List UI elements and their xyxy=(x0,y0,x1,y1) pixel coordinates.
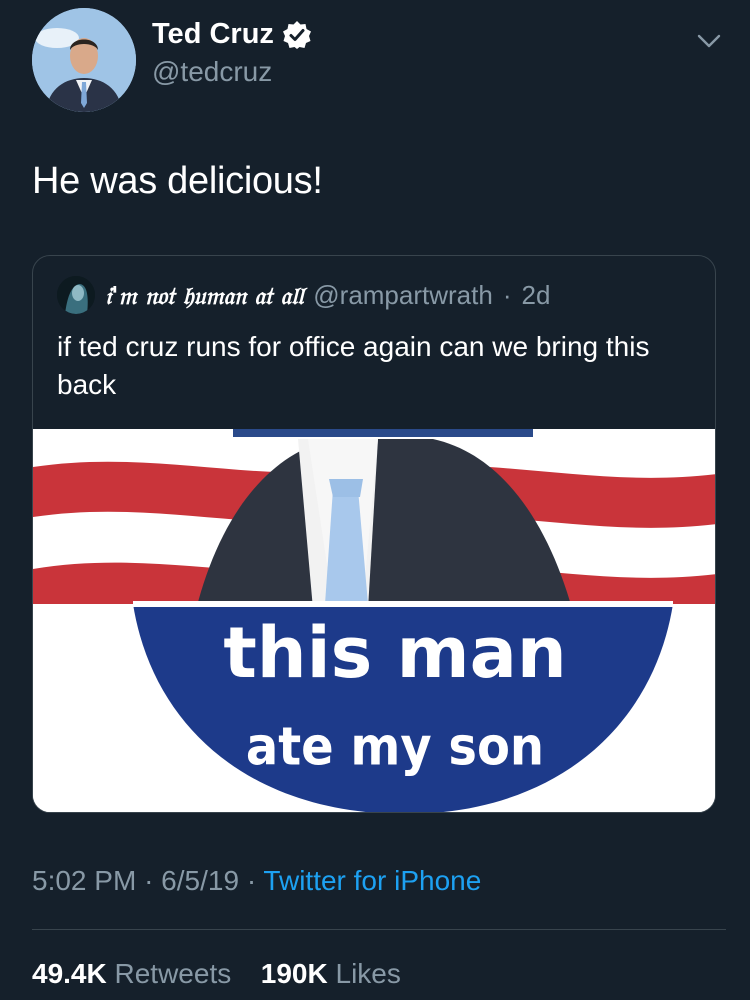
tweet-text: He was delicious! xyxy=(32,160,323,202)
author-handle[interactable]: @tedcruz xyxy=(152,56,272,88)
likes-count: 190K xyxy=(260,958,328,989)
quoted-author-avatar[interactable] xyxy=(57,276,95,314)
tweet-date[interactable]: 6/5/19 xyxy=(161,865,239,896)
image-text-line1: this man xyxy=(223,612,566,694)
likes-stat[interactable]: 190K Likes xyxy=(261,958,401,989)
quoted-tweet-text: if ted cruz runs for office again can we… xyxy=(57,331,650,400)
divider xyxy=(32,929,726,930)
quoted-age[interactable]: 2d xyxy=(522,280,551,311)
tweet-source-link[interactable]: Twitter for iPhone xyxy=(263,865,481,896)
quoted-separator: · xyxy=(502,279,512,310)
quoted-tweet-image[interactable]: this man ate my son xyxy=(33,429,715,812)
quoted-tweet-card[interactable]: 𝔦'𝔪 𝔫𝔬𝔱 𝔥𝔲𝔪𝔞𝔫 𝔞𝔱 𝔞𝔩𝔩 @rampartwrath · 2d … xyxy=(32,255,716,813)
meta-dot: · xyxy=(144,865,154,896)
tweet-time[interactable]: 5:02 PM xyxy=(32,865,136,896)
quoted-author-name[interactable]: 𝔦'𝔪 𝔫𝔬𝔱 𝔥𝔲𝔪𝔞𝔫 𝔞𝔱 𝔞𝔩𝔩 xyxy=(105,281,303,310)
quoted-tweet-header: 𝔦'𝔪 𝔫𝔬𝔱 𝔥𝔲𝔪𝔞𝔫 𝔞𝔱 𝔞𝔩𝔩 @rampartwrath · 2d xyxy=(57,276,550,314)
likes-label: Likes xyxy=(335,958,401,989)
retweets-stat[interactable]: 49.4K Retweets xyxy=(32,958,239,989)
chevron-down-icon[interactable] xyxy=(694,26,724,56)
quoted-author-handle[interactable]: @rampartwrath xyxy=(313,280,493,311)
retweets-label: Retweets xyxy=(114,958,232,989)
retweets-count: 49.4K xyxy=(32,958,107,989)
image-text-line2: ate my son xyxy=(246,715,544,777)
author-display-name[interactable]: Ted Cruz xyxy=(152,18,312,51)
tweet-meta: 5:02 PM · 6/5/19 · Twitter for iPhone xyxy=(32,865,481,897)
author-name-text: Ted Cruz xyxy=(152,18,274,50)
verified-badge-icon xyxy=(282,20,312,50)
author-avatar[interactable] xyxy=(32,8,136,112)
meta-dot-2: · xyxy=(246,865,257,896)
tweet-stats: 49.4K Retweets 190K Likes xyxy=(32,958,401,990)
